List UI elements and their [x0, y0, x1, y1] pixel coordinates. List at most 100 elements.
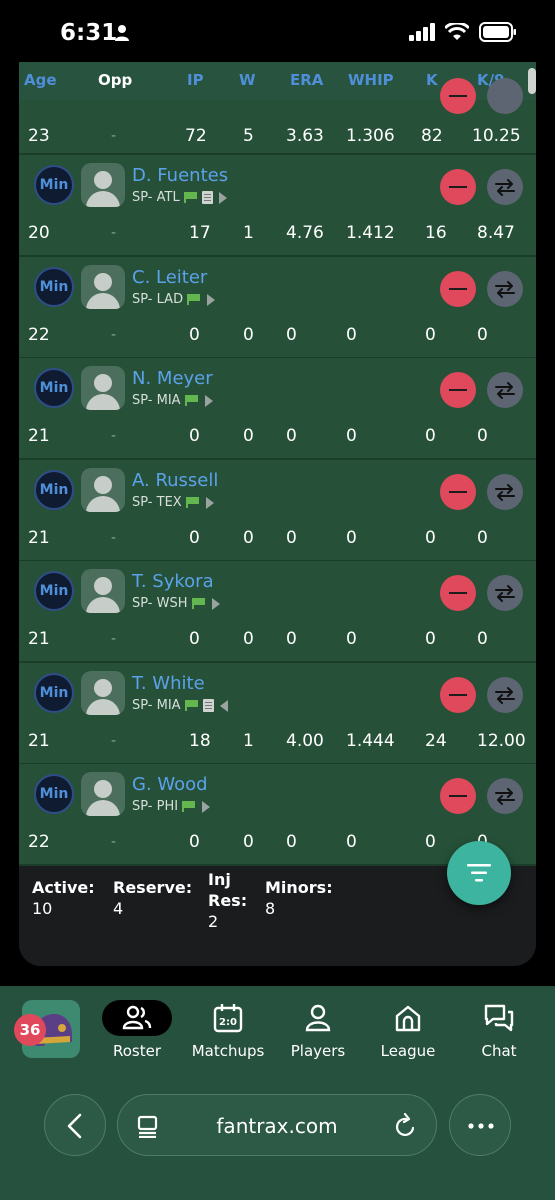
player-avatar[interactable] [81, 671, 125, 715]
summary-minors: Minors: 8 [265, 877, 333, 919]
drop-button[interactable] [440, 78, 476, 114]
player-avatar[interactable] [81, 772, 125, 816]
player-name[interactable]: T. White [132, 673, 205, 694]
expand-right-icon[interactable] [204, 394, 213, 407]
stat-whip: 0 [346, 426, 357, 446]
player-name[interactable]: C. Leiter [132, 267, 207, 288]
notes-icon[interactable] [201, 191, 213, 204]
minors-status-badge[interactable]: Min [34, 267, 74, 307]
swap-button[interactable] [487, 575, 523, 611]
swap-button[interactable] [487, 778, 523, 814]
expand-right-icon[interactable] [218, 191, 227, 204]
summary-reserve-label: Reserve: [113, 878, 193, 897]
nav-league[interactable]: League [368, 1000, 448, 1080]
minors-status-badge[interactable]: Min [34, 774, 74, 814]
table-row[interactable]: Min T. White SP- MIA 21 - 18 1 4.00 1.444 24 12.00 [19, 663, 536, 765]
table-row[interactable]: Min D. Fuentes SP- ATL 20 - 17 1 4.76 1.412 16 8.4… [19, 155, 536, 257]
player-name[interactable]: N. Meyer [132, 368, 213, 389]
horizontal-scrollbar[interactable] [528, 68, 536, 94]
nav-roster-label: Roster [112, 1042, 162, 1060]
header-era[interactable]: ERA [290, 71, 323, 89]
nav-matchups-label: Matchups [191, 1042, 265, 1060]
player-position-team: SP- TEX [132, 495, 214, 510]
player-name[interactable]: D. Fuentes [132, 165, 228, 186]
drop-button[interactable] [440, 677, 476, 713]
stat-whip: 1.444 [346, 731, 395, 751]
swap-button[interactable] [487, 474, 523, 510]
nav-chat-label: Chat [481, 1042, 517, 1060]
back-button[interactable] [44, 1094, 106, 1156]
nav-roster[interactable]: Roster [97, 1000, 177, 1080]
table-row[interactable]: Min C. Leiter SP- LAD 22 - 0 0 0 0 0 0 [19, 257, 536, 359]
header-age[interactable]: Age [24, 71, 57, 89]
summary-minors-value: 8 [265, 899, 276, 918]
drop-button[interactable] [440, 372, 476, 408]
stat-era: 0 [286, 528, 297, 548]
swap-button[interactable] [487, 372, 523, 408]
table-row[interactable]: Min N. Meyer SP- MIA 21 - 0 0 0 0 0 0 [19, 358, 536, 460]
roster-icon [122, 1005, 152, 1030]
player-avatar[interactable] [81, 569, 125, 613]
nav-chat[interactable]: Chat [459, 1000, 539, 1080]
url-bar[interactable]: fantrax.com [117, 1094, 437, 1156]
summary-injres: Inj Res: 2 [208, 869, 247, 932]
player-name[interactable]: A. Russell [132, 470, 218, 491]
nav-matchups[interactable]: 2:0 Matchups [186, 1000, 270, 1080]
drop-button[interactable] [440, 575, 476, 611]
stat-age: 22 [28, 832, 50, 852]
stat-whip: 1.306 [346, 126, 395, 146]
minors-status-badge[interactable]: Min [34, 673, 74, 713]
player-position-team-text: SP- PHI [132, 799, 179, 814]
player-avatar[interactable] [81, 265, 125, 309]
swap-button[interactable] [487, 169, 523, 205]
expand-right-icon[interactable] [207, 293, 216, 306]
nav-players[interactable]: Players [278, 1000, 358, 1080]
flag-icon [185, 497, 200, 508]
stat-k9: 12.00 [477, 731, 526, 751]
drop-button[interactable] [440, 271, 476, 307]
header-whip[interactable]: WHIP [348, 71, 394, 89]
minors-status-badge[interactable]: Min [34, 368, 74, 408]
stat-age: 23 [28, 126, 50, 146]
stat-opp: - [111, 530, 117, 546]
drop-button[interactable] [440, 169, 476, 205]
player-avatar[interactable] [81, 163, 125, 207]
stat-age: 21 [28, 426, 50, 446]
stat-ip: 18 [189, 731, 211, 751]
minors-status-badge[interactable]: Min [34, 470, 74, 510]
swap-button[interactable] [487, 78, 523, 114]
stat-ip: 0 [189, 629, 200, 649]
swap-button[interactable] [487, 271, 523, 307]
filter-icon [467, 864, 491, 882]
drop-button[interactable] [440, 474, 476, 510]
expand-right-icon[interactable] [202, 800, 211, 813]
player-name[interactable]: G. Wood [132, 774, 208, 795]
reload-icon[interactable] [394, 1113, 418, 1139]
table-row[interactable]: Min T. Sykora SP- WSH 21 - 0 0 0 0 0 0 [19, 561, 536, 663]
expand-right-icon[interactable] [211, 597, 220, 610]
player-position-team: SP- PHI [132, 799, 211, 814]
more-button[interactable] [449, 1094, 511, 1156]
expand-right-icon[interactable] [205, 496, 214, 509]
notes-icon[interactable] [202, 699, 214, 712]
filter-button[interactable] [447, 841, 511, 905]
swap-arrows-icon [495, 687, 515, 704]
svg-text:2:0: 2:0 [219, 1017, 237, 1028]
player-name[interactable]: T. Sykora [132, 571, 214, 592]
player-avatar[interactable] [81, 468, 125, 512]
drop-button[interactable] [440, 778, 476, 814]
header-ip[interactable]: IP [187, 71, 204, 89]
table-row-partial[interactable]: 23 - 72 5 3.63 1.306 82 10.25 [19, 78, 536, 155]
header-k[interactable]: K [426, 71, 438, 89]
stat-ip: 72 [185, 126, 207, 146]
swap-arrows-icon [495, 281, 515, 298]
swap-button[interactable] [487, 677, 523, 713]
table-row[interactable]: Min A. Russell SP- TEX 21 - 0 0 0 0 0 0 [19, 460, 536, 562]
header-w[interactable]: W [239, 71, 256, 89]
minors-status-badge[interactable]: Min [34, 165, 74, 205]
minors-status-badge[interactable]: Min [34, 571, 74, 611]
expand-left-icon[interactable] [219, 699, 228, 712]
player-avatar[interactable] [81, 366, 125, 410]
roster-panel: Age Opp IP W ERA WHIP K K/9 23 - 72 5 3.… [19, 62, 536, 966]
header-opp[interactable]: Opp [98, 71, 132, 89]
